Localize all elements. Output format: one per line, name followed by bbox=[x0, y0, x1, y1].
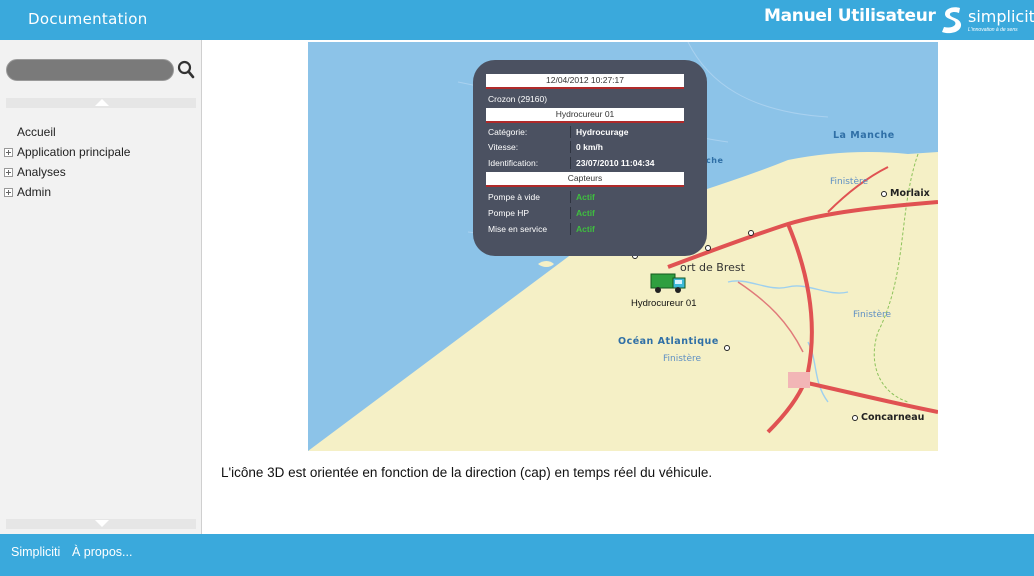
sea-line-1 bbox=[687, 42, 829, 118]
sensor-name: Mise en service bbox=[488, 224, 548, 234]
popup-sensor-row: Pompe à vide Actif bbox=[488, 190, 684, 204]
header-bar: Documentation Manuel Utilisateur simplic… bbox=[0, 0, 1034, 40]
scroll-down-button[interactable] bbox=[6, 519, 196, 529]
popup-row-value: 23/07/2010 11:04:34 bbox=[576, 158, 655, 168]
logo-tagline: L'innovation à de sens bbox=[968, 27, 1018, 33]
popup-location: Crozon (29160) bbox=[488, 94, 548, 104]
sensor-status: Actif bbox=[576, 224, 595, 234]
popup-separator bbox=[570, 207, 571, 219]
sidebar-item-accueil[interactable]: Accueil bbox=[4, 124, 194, 144]
sidebar-item-admin[interactable]: Admin bbox=[4, 184, 194, 204]
arrow-down-icon bbox=[95, 520, 109, 527]
map-screenshot: La Manche Finistère Finistère Finistère … bbox=[308, 42, 938, 451]
expand-icon[interactable] bbox=[4, 148, 13, 157]
expand-icon[interactable] bbox=[4, 188, 13, 197]
sidebar-item-label: Accueil bbox=[17, 125, 56, 139]
popup-separator bbox=[570, 191, 571, 203]
city-dot bbox=[705, 245, 711, 251]
popup-vehicle-header: Hydrocureur 01 bbox=[486, 108, 684, 123]
logo-name: simpliciti bbox=[968, 7, 1034, 26]
city-dot bbox=[724, 345, 730, 351]
city-dot bbox=[748, 230, 754, 236]
manual-title: Manuel Utilisateur bbox=[764, 6, 936, 26]
sensor-name: Pompe HP bbox=[488, 208, 530, 218]
map-label-la-manche: La Manche bbox=[833, 130, 895, 141]
search-input[interactable] bbox=[6, 59, 174, 81]
popup-row-value: 0 km/h bbox=[576, 142, 603, 152]
footer-bar: Simpliciti À propos... bbox=[0, 534, 1034, 576]
map-label-morlaix: Morlaix bbox=[890, 188, 930, 199]
sidebar: Accueil Application principale Analyses … bbox=[0, 40, 202, 534]
sidebar-item-application-principale[interactable]: Application principale bbox=[4, 144, 194, 164]
popup-sensor-row: Mise en service Actif bbox=[488, 222, 684, 236]
map-label-finistere: Finistère bbox=[830, 177, 869, 187]
main-content: La Manche Finistère Finistère Finistère … bbox=[203, 40, 1034, 534]
page-caption: L'icône 3D est orientée en fonction de l… bbox=[221, 465, 713, 480]
popup-row-vitesse: Vitesse: 0 km/h bbox=[488, 140, 684, 154]
popup-datetime: 12/04/2012 10:27:17 bbox=[486, 74, 684, 89]
popup-row-categorie: Catégorie: Hydrocurage bbox=[488, 125, 684, 139]
popup-row-identification: Identification: 23/07/2010 11:04:34 bbox=[488, 156, 684, 170]
sensor-name: Pompe à vide bbox=[488, 192, 540, 202]
popup-separator bbox=[570, 126, 571, 138]
scroll-up-button[interactable] bbox=[6, 98, 196, 108]
search-icon[interactable] bbox=[177, 60, 195, 80]
popup-sensor-row: Pompe HP Actif bbox=[488, 206, 684, 220]
sidebar-item-label: Application principale bbox=[17, 145, 131, 159]
land-island bbox=[538, 261, 554, 267]
popup-separator bbox=[570, 157, 571, 169]
popup-row-key: Identification: bbox=[488, 158, 539, 168]
map-label-brest: ort de Brest bbox=[680, 261, 745, 274]
sensor-status: Actif bbox=[576, 192, 595, 202]
simpliciti-logo[interactable]: simpliciti L'innovation à de sens bbox=[940, 3, 1034, 37]
arrow-up-icon bbox=[95, 99, 109, 106]
sidebar-item-label: Analyses bbox=[17, 165, 66, 179]
map-label-concarneau: Concarneau bbox=[861, 412, 925, 423]
map-label-manche-fragment: che bbox=[706, 156, 724, 165]
popup-separator bbox=[570, 223, 571, 235]
popup-row-key: Vitesse: bbox=[488, 142, 519, 152]
popup-sensors-header: Capteurs bbox=[486, 172, 684, 187]
popup-separator bbox=[570, 141, 571, 153]
sensor-status: Actif bbox=[576, 208, 595, 218]
city-dot bbox=[881, 191, 887, 197]
popup-row-value: Hydrocurage bbox=[576, 127, 629, 137]
vehicle-info-popup: 12/04/2012 10:27:17 Crozon (29160) Hydro… bbox=[473, 60, 707, 256]
footer-link-simpliciti[interactable]: Simpliciti bbox=[11, 545, 60, 559]
app-title[interactable]: Documentation bbox=[28, 10, 148, 28]
city-dot bbox=[852, 415, 858, 421]
map-label-ocean: Océan Atlantique bbox=[618, 336, 719, 347]
popup-row-key: Catégorie: bbox=[488, 127, 528, 137]
logo-s-icon bbox=[942, 7, 962, 34]
map-label-finistere: Finistère bbox=[663, 354, 702, 364]
map-label-finistere: Finistère bbox=[853, 310, 892, 320]
quimper-area bbox=[788, 372, 810, 388]
sidebar-item-analyses[interactable]: Analyses bbox=[4, 164, 194, 184]
expand-icon[interactable] bbox=[4, 168, 13, 177]
footer-link-about[interactable]: À propos... bbox=[72, 545, 132, 559]
truck-icon[interactable] bbox=[649, 270, 689, 298]
sidebar-item-label: Admin bbox=[17, 185, 52, 199]
vehicle-label: Hydrocureur 01 bbox=[631, 298, 697, 309]
sidebar-nav: Accueil Application principale Analyses … bbox=[4, 124, 194, 204]
